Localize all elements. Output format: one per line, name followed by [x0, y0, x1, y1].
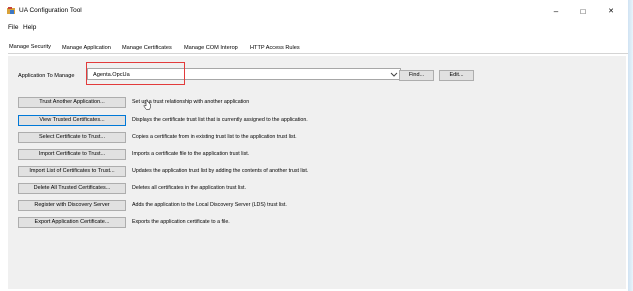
minimize-button[interactable]: – — [548, 4, 564, 18]
selection-highlight — [86, 62, 185, 85]
action-description: Displays the certificate trust list that… — [132, 117, 308, 123]
action-description: Adds the application to the Local Discov… — [132, 202, 287, 208]
action-description: Copies a certificate from in existing tr… — [132, 134, 297, 140]
menu-bar: File Help — [0, 22, 628, 34]
minimize-icon: – — [553, 6, 559, 16]
register-discovery-server-button[interactable]: Register with Discovery Server — [18, 200, 126, 211]
window-edge — [628, 0, 633, 291]
view-trusted-certificates-button[interactable]: View Trusted Certificates... — [18, 115, 126, 126]
window-title: UA Configuration Tool — [19, 7, 82, 14]
tab-manage-com-interop[interactable]: Manage COM Interop — [184, 44, 238, 52]
title-bar: UA Configuration Tool – □ ✕ — [0, 0, 628, 22]
menu-help[interactable]: Help — [23, 24, 36, 32]
maximize-icon: □ — [580, 6, 586, 16]
menu-file[interactable]: File — [8, 24, 18, 32]
delete-all-trusted-certificates-button[interactable]: Delete All Trusted Certificates... — [18, 183, 126, 194]
tab-manage-application[interactable]: Manage Application — [62, 44, 111, 52]
app-window: UA Configuration Tool – □ ✕ File Help Ma… — [0, 0, 628, 291]
export-application-certificate-button[interactable]: Export Application Certificate... — [18, 217, 126, 228]
action-description: Exports the application certificate to a… — [132, 219, 230, 225]
import-certificate-list-button[interactable]: Import List of Certificates to Trust... — [18, 166, 126, 177]
tab-manage-certificates[interactable]: Manage Certificates — [122, 44, 172, 52]
action-description: Updates the application trust list by ad… — [132, 168, 309, 174]
mouse-cursor-icon — [143, 99, 151, 110]
app-icon — [7, 7, 15, 14]
close-button[interactable]: ✕ — [603, 4, 619, 18]
select-certificate-to-trust-button[interactable]: Select Certificate to Trust... — [18, 132, 126, 143]
tab-http-access-rules[interactable]: HTTP Access Rules — [250, 44, 300, 52]
security-panel: Application To Manage Agenta.OpcUa Find.… — [8, 56, 626, 289]
application-label: Application To Manage — [18, 73, 75, 79]
action-description: Imports a certificate file to the applic… — [132, 151, 250, 157]
trust-another-application-button[interactable]: Trust Another Application... — [18, 97, 126, 108]
find-button[interactable]: Find... — [399, 70, 434, 81]
maximize-button[interactable]: □ — [575, 4, 591, 18]
chevron-down-icon[interactable] — [389, 70, 399, 79]
close-icon: ✕ — [608, 8, 614, 15]
import-certificate-to-trust-button[interactable]: Import Certificate to Trust... — [18, 149, 126, 160]
tab-divider — [8, 53, 628, 54]
action-description: Deletes all certificates in the applicat… — [132, 185, 246, 191]
tab-strip: Manage Security Manage Application Manag… — [0, 34, 628, 56]
edit-button[interactable]: Edit... — [439, 70, 474, 81]
tab-manage-security[interactable]: Manage Security — [9, 43, 51, 51]
